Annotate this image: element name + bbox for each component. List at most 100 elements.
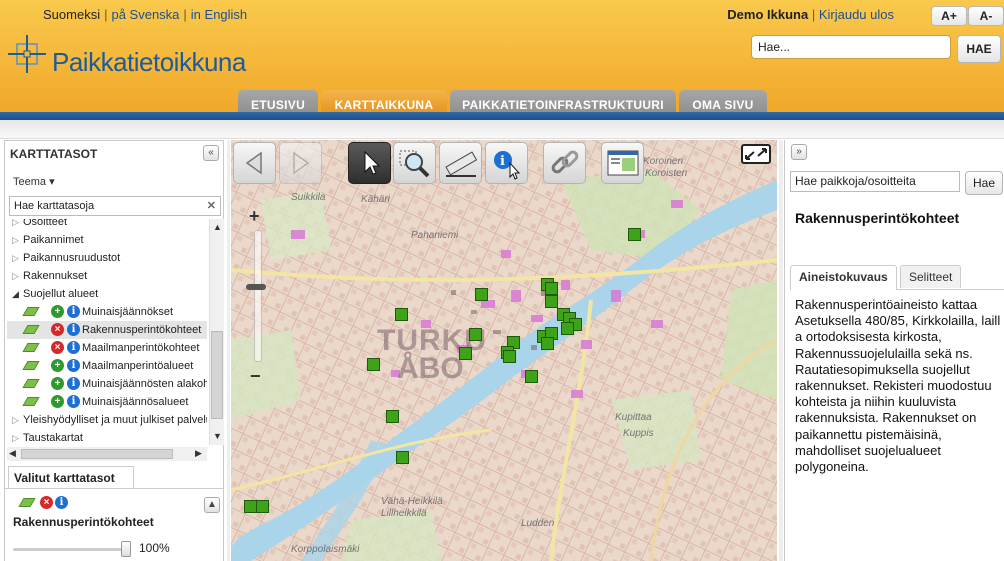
tree-group-yleishyodylliset[interactable]: ▷ Yleishyödylliset ja muut julkiset palve… <box>7 411 207 429</box>
info-icon[interactable]: i <box>55 496 68 509</box>
map-view[interactable]: TURKU ÅBO Suikkila Kähäri Koroinen Koroi… <box>231 140 777 561</box>
layer-row-muinaisjaannokset[interactable]: + i Muinaisjäännökset <box>7 303 207 321</box>
caret-down-icon: ▾ <box>49 176 55 188</box>
ruler-icon <box>445 151 478 177</box>
select-tool-button[interactable] <box>348 142 391 184</box>
layer-row-maailmanperintokohteet[interactable]: × i Maailmanperintökohteet <box>7 339 207 357</box>
add-layer-icon[interactable]: + <box>51 305 64 318</box>
layer-search-input[interactable]: Hae karttatasoja ✕ <box>9 196 221 216</box>
info-icon[interactable]: i <box>67 323 80 336</box>
selected-layer-name: Rakennusperintökohteet <box>13 515 154 529</box>
map-marker[interactable] <box>525 370 538 383</box>
layer-row-rakennusperintokohteet[interactable]: × i Rakennusperintökohteet <box>7 321 207 339</box>
info-icon[interactable]: i <box>67 341 80 354</box>
place-search-button[interactable]: Hae <box>965 171 1003 195</box>
expand-right-panel-icon[interactable]: » <box>791 144 807 160</box>
site-search-button[interactable]: HAE <box>957 35 1001 63</box>
tab-aineistokuvaus[interactable]: Aineistokuvaus <box>790 265 897 290</box>
map-place-label: Suikkila <box>291 192 326 203</box>
polygon-layer-icon <box>18 498 36 507</box>
lang-finnish[interactable]: Suomeksi <box>43 7 100 22</box>
layer-info-title: Rakennusperintökohteet <box>795 210 960 226</box>
info-icon[interactable]: i <box>67 359 80 372</box>
place-search-input[interactable]: Hae paikkoja/osoitteita <box>790 171 960 192</box>
zoom-in-button[interactable]: + <box>249 206 260 227</box>
scroll-down-icon[interactable]: ▼ <box>213 431 222 441</box>
logout-link[interactable]: Kirjaudu ulos <box>819 7 894 22</box>
history-forward-button[interactable] <box>279 142 322 184</box>
tree-vertical-scrollbar[interactable]: ▲ ▼ <box>209 219 224 445</box>
layer-row-muinaisjaannosten-alakohteet[interactable]: + i Muinaisjäännösten alakohteet <box>7 375 207 393</box>
info-tool-button[interactable]: i <box>485 142 528 184</box>
map-marker[interactable] <box>545 295 558 308</box>
lang-swedish[interactable]: på Svenska <box>111 7 179 22</box>
clear-search-icon[interactable]: ✕ <box>207 197 216 215</box>
zoom-box-tool-button[interactable] <box>393 142 436 184</box>
remove-layer-icon[interactable]: × <box>51 323 64 336</box>
map-marker[interactable] <box>469 328 482 341</box>
opacity-slider[interactable] <box>13 548 127 551</box>
font-smaller-button[interactable]: A- <box>968 6 1004 26</box>
info-icon[interactable]: i <box>67 377 80 390</box>
collapse-layer-icon[interactable]: ▲ <box>204 497 220 513</box>
tree-horizontal-scrollbar[interactable]: ◀ ▶ <box>7 447 207 461</box>
zoom-slider-handle[interactable] <box>246 284 266 290</box>
map-marker[interactable] <box>459 347 472 360</box>
scrollbar-thumb[interactable] <box>211 331 223 419</box>
tree-group-suojellut-alueet[interactable]: ◢ Suojellut alueet <box>7 285 207 303</box>
collapse-left-panel-icon[interactable]: « <box>203 145 219 161</box>
chevron-right-icon: ▷ <box>12 271 19 281</box>
layer-row-maailmanperintoalueet[interactable]: + i Maailmanperintöalueet <box>7 357 207 375</box>
history-back-button[interactable] <box>233 142 276 184</box>
scroll-right-icon[interactable]: ▶ <box>195 448 202 459</box>
add-layer-icon[interactable]: + <box>51 359 64 372</box>
add-layer-icon[interactable]: + <box>51 395 64 408</box>
map-marker[interactable] <box>628 228 641 241</box>
opacity-slider-handle[interactable] <box>121 541 131 557</box>
tab-selitteet[interactable]: Selitteet <box>900 265 962 288</box>
site-search-input[interactable]: Hae... <box>751 35 951 59</box>
map-marker[interactable] <box>561 322 574 335</box>
map-marker[interactable] <box>545 282 558 295</box>
tree-group-osoitteet[interactable]: ▷ Osoitteet <box>7 219 207 231</box>
add-layer-icon[interactable]: + <box>51 377 64 390</box>
tree-group-paikannusruudustot[interactable]: ▷ Paikannusruudustot <box>7 249 207 267</box>
print-tool-button[interactable] <box>601 142 644 184</box>
tab-selected-layers[interactable]: Valitut karttatasot <box>8 466 134 488</box>
logo[interactable]: Paikkatietoikkuna <box>8 35 268 77</box>
right-panel-splitter[interactable] <box>779 140 783 561</box>
polygon-layer-icon <box>22 325 40 334</box>
scrollbar-thumb[interactable] <box>21 449 173 459</box>
layer-row-muinaisjaannosalueet[interactable]: + i Muinaisjäännösalueet <box>7 393 207 411</box>
tree-group-rakennukset[interactable]: ▷ Rakennukset <box>7 267 207 285</box>
map-marker[interactable] <box>367 358 380 371</box>
zoom-track[interactable] <box>254 230 262 362</box>
remove-layer-icon[interactable]: × <box>40 496 53 509</box>
map-marker[interactable] <box>256 500 269 513</box>
map-marker[interactable] <box>386 410 399 423</box>
map-marker[interactable] <box>475 288 488 301</box>
map-marker[interactable] <box>395 308 408 321</box>
scroll-up-icon[interactable]: ▲ <box>213 222 222 232</box>
scroll-left-icon[interactable]: ◀ <box>9 448 16 459</box>
link-tool-button[interactable] <box>543 142 586 184</box>
info-icon[interactable]: i <box>67 305 80 318</box>
selected-layers-panel: × i ▲ Rakennusperintökohteet 100% <box>5 489 223 561</box>
lang-english[interactable]: in English <box>191 7 247 22</box>
tree-group-paikannimet[interactable]: ▷ Paikannimet <box>7 231 207 249</box>
left-panel-splitter[interactable] <box>227 140 230 561</box>
remove-layer-icon[interactable]: × <box>51 341 64 354</box>
measure-tool-button[interactable] <box>439 142 482 184</box>
map-marker[interactable] <box>503 350 516 363</box>
info-icon[interactable]: i <box>67 395 80 408</box>
zoom-out-button[interactable]: − <box>250 366 261 387</box>
theme-dropdown[interactable]: Teema ▾ <box>13 175 55 188</box>
map-place-label: Kupittaa <box>615 412 652 423</box>
user-bar: Demo Ikkuna | Kirjaudu ulos <box>727 7 894 22</box>
chevron-right-icon: ▷ <box>12 253 19 263</box>
fullscreen-button[interactable] <box>741 144 771 164</box>
tree-group-taustakartat[interactable]: ▷ Taustakartat <box>7 429 207 445</box>
font-bigger-button[interactable]: A+ <box>931 6 967 26</box>
map-marker[interactable] <box>541 337 554 350</box>
map-marker[interactable] <box>396 451 409 464</box>
